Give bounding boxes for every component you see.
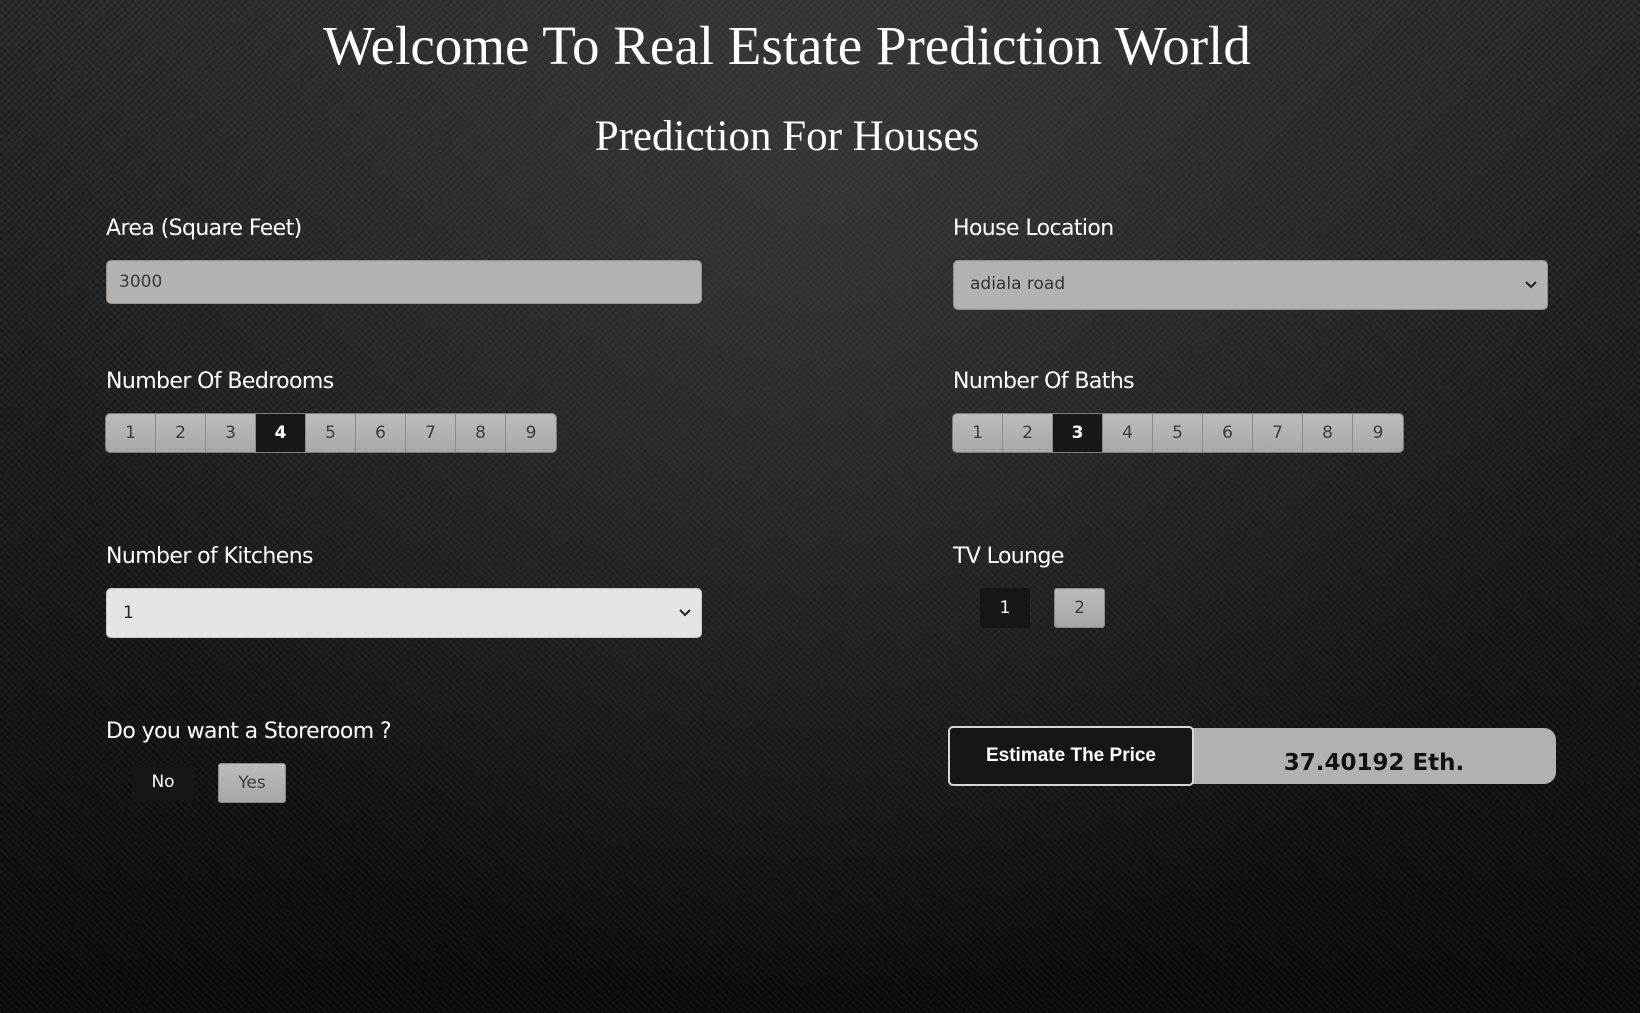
tv-lounge-label: TV Lounge [953,544,1064,569]
bedrooms-button-group: 123456789 [106,414,556,452]
kitchens-value: 1 [123,603,134,623]
kitchens-select[interactable]: 1 [106,588,702,638]
estimated-price-output: 37.40192 Eth. [1192,728,1556,784]
bedrooms-option-5[interactable]: 5 [306,414,356,452]
storeroom-yes-button[interactable]: Yes [218,763,286,803]
bedrooms-label: Number Of Bedrooms [106,369,334,394]
storeroom-label: Do you want a Storeroom ? [106,719,392,744]
chevron-down-icon [1525,281,1537,289]
bedrooms-option-8[interactable]: 8 [456,414,506,452]
baths-option-7[interactable]: 7 [1253,414,1303,452]
baths-option-3[interactable]: 3 [1053,414,1103,452]
bedrooms-option-4[interactable]: 4 [256,414,306,452]
baths-option-5[interactable]: 5 [1153,414,1203,452]
bedrooms-option-9[interactable]: 9 [506,414,556,452]
tv-lounge-option-2[interactable]: 2 [1054,588,1105,628]
baths-option-9[interactable]: 9 [1353,414,1403,452]
bedrooms-option-1[interactable]: 1 [106,414,156,452]
tv-lounge-option-1[interactable]: 1 [980,588,1030,628]
house-location-label: House Location [953,216,1114,241]
storeroom-no-button[interactable]: No [132,763,194,802]
house-location-value: adiala road [970,274,1066,294]
estimate-price-button[interactable]: Estimate The Price [948,726,1194,786]
baths-option-4[interactable]: 4 [1103,414,1153,452]
bedrooms-option-3[interactable]: 3 [206,414,256,452]
bedrooms-option-6[interactable]: 6 [356,414,406,452]
kitchens-label: Number of Kitchens [106,544,314,569]
chevron-down-icon [679,609,691,617]
baths-option-2[interactable]: 2 [1003,414,1053,452]
bedrooms-option-7[interactable]: 7 [406,414,456,452]
area-label: Area (Square Feet) [106,216,302,241]
page-title: Welcome To Real Estate Prediction World [323,15,1251,76]
baths-option-8[interactable]: 8 [1303,414,1353,452]
baths-option-1[interactable]: 1 [953,414,1003,452]
house-location-select[interactable]: adiala road [953,260,1548,310]
baths-label: Number Of Baths [953,369,1135,394]
baths-option-6[interactable]: 6 [1203,414,1253,452]
page-subtitle: Prediction For Houses [594,113,980,160]
area-input[interactable]: 3000 [106,260,702,304]
bedrooms-option-2[interactable]: 2 [156,414,206,452]
baths-button-group: 123456789 [953,414,1403,452]
